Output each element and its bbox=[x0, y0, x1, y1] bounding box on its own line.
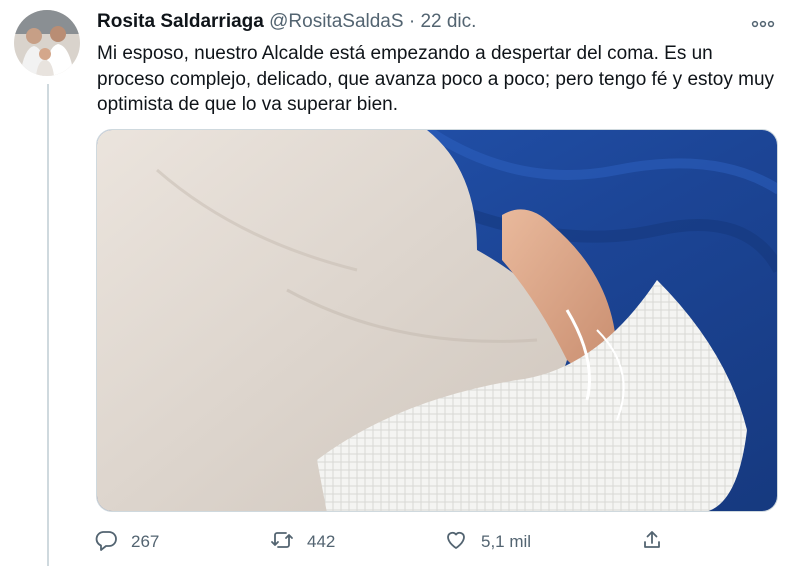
tweet-date[interactable]: 22 dic. bbox=[420, 11, 476, 32]
share-icon bbox=[640, 528, 664, 557]
more-options-icon[interactable] bbox=[750, 14, 776, 34]
tweet-actions: 267 442 5,1 mil bbox=[94, 525, 694, 559]
tweet-header: Rosita Saldarriaga @RositaSaldaS · 22 di… bbox=[97, 10, 476, 34]
like-count: 5,1 mil bbox=[481, 532, 532, 551]
tweet-text: Mi esposo, nuestro Alcalde está empezand… bbox=[97, 43, 775, 115]
share-button[interactable] bbox=[640, 525, 664, 559]
reply-icon bbox=[94, 528, 118, 557]
avatar[interactable] bbox=[14, 10, 80, 76]
retweet-icon bbox=[270, 528, 294, 557]
retweet-count: 442 bbox=[307, 532, 336, 551]
author-handle[interactable]: @RositaSaldaS bbox=[269, 11, 403, 32]
retweet-button[interactable]: 442 bbox=[270, 525, 335, 559]
reply-button[interactable]: 267 bbox=[94, 525, 159, 559]
author-display-name[interactable]: Rosita Saldarriaga bbox=[97, 11, 264, 32]
heart-icon bbox=[444, 528, 468, 557]
tweet[interactable]: Rosita Saldarriaga @RositaSaldaS · 22 di… bbox=[0, 0, 800, 566]
thread-line bbox=[47, 84, 49, 566]
tweet-photo[interactable] bbox=[96, 129, 778, 512]
reply-count: 267 bbox=[131, 532, 160, 551]
header-separator: · bbox=[408, 11, 416, 32]
like-button[interactable]: 5,1 mil bbox=[444, 525, 531, 559]
